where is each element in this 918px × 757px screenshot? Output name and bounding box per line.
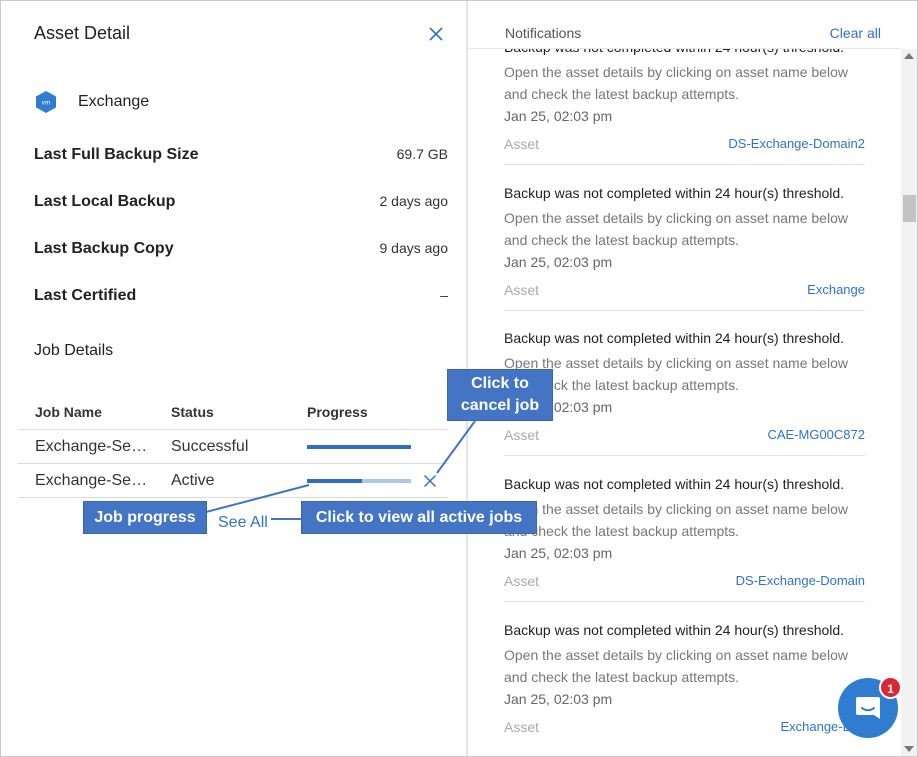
separator [504,310,865,311]
window: Asset Detail vm Exchange Last Full Backu… [0,0,918,757]
svg-text:vm: vm [42,100,51,107]
separator [504,164,865,165]
job-actions [411,474,448,488]
asset-detail-panel: Asset Detail vm Exchange Last Full Backu… [1,1,467,756]
field-label: Last Full Backup Size [34,146,199,163]
asset-link[interactable]: Exchange [807,282,865,298]
field-value: – [440,287,448,303]
chat-unread-badge: 1 [879,676,902,699]
list-item: Backup was not completed within 24 hour(… [504,622,865,735]
table-row: Exchange-Se… Successful [18,430,448,464]
progress-bar-fill [307,478,363,483]
field-value: 9 days ago [379,240,449,256]
progress-bar [307,478,411,483]
notifications-header: Notifications Clear all [468,1,901,49]
asset-label: Asset [504,282,540,298]
asset-name: Exchange [78,93,150,110]
separator [504,601,865,602]
field-last-backup-copy: Last Backup Copy 9 days ago [34,240,448,258]
job-table-header: Job Name Status Progress [18,394,448,430]
asset-link[interactable]: DS-Exchange-Domain [736,573,865,589]
asset-link[interactable]: CAE-MG00C872 [767,427,865,443]
notification-time: Jan 25, 02:03 pm [504,254,613,270]
notification-title: Backup was not completed within 24 hour(… [504,476,845,492]
close-icon[interactable] [428,26,444,42]
callout-view-active-jobs: Click to view all active jobs [302,502,536,533]
notification-title: Backup was not completed within 24 hour(… [504,330,845,346]
list-item: Backup was not completed within 24 hour(… [504,476,865,602]
field-last-full-backup-size: Last Full Backup Size 69.7 GB [34,146,448,164]
vm-icon: vm [36,91,56,113]
job-progress-cell [307,478,411,483]
job-name[interactable]: Exchange-Se… [18,438,171,456]
scroll-down-arrow-icon[interactable] [904,746,914,752]
col-status: Status [171,403,214,420]
col-job-name: Job Name [35,403,102,420]
job-name[interactable]: Exchange-Se… [18,472,171,490]
list-item: Backup was not completed within 24 hour(… [504,330,865,456]
list-item: Backup was not completed within 24 hour(… [504,39,865,165]
notifications-title: Notifications [505,25,582,41]
notification-title: Backup was not completed within 24 hour(… [504,185,845,201]
notification-footer: Asset Exchange-D… [504,719,865,735]
col-progress: Progress [307,403,368,420]
job-status: Active [171,471,215,489]
notification-footer: Asset Exchange [504,282,865,298]
notification-time: Jan 25, 02:03 pm [504,545,613,561]
notification-message: Open the asset details by clicking on as… [504,501,848,539]
notification-message: Open the asset details by clicking on as… [504,355,848,393]
field-last-certified: Last Certified – [34,287,448,305]
clear-all-button[interactable]: Clear all [830,25,881,41]
chat-icon [856,697,880,719]
asset-link[interactable]: DS-Exchange-Domain2 [728,136,865,152]
scrollbar[interactable] [901,49,917,756]
asset-label: Asset [504,719,540,735]
separator [504,455,865,456]
asset-label: Asset [504,573,540,589]
notification-title: Backup was not completed within 24 hour(… [504,622,845,638]
field-label: Last Local Backup [34,193,176,210]
asset-label: Asset [504,427,540,443]
field-value: 69.7 GB [396,146,448,162]
notification-message: Open the asset details by clicking on as… [504,647,848,685]
field-label: Last Certified [34,287,137,304]
notification-time: Jan 25, 02:03 pm [504,399,613,415]
field-last-local-backup: Last Local Backup 2 days ago [34,193,448,211]
notification-time: Jan 25, 02:03 pm [504,108,613,124]
notification-message: Open the asset details by clicking on as… [504,210,848,248]
field-value: 2 days ago [379,193,449,209]
field-label: Last Backup Copy [34,240,174,257]
see-all-link[interactable]: See All [218,514,268,532]
asset-label: Asset [504,136,540,152]
list-item: Backup was not completed within 24 hour(… [504,185,865,311]
asset-header: vm Exchange [34,90,149,114]
job-progress-cell [307,444,411,449]
job-table: Job Name Status Progress Exchange-Se… Su… [18,394,448,498]
scrollbar-thumb[interactable] [903,195,916,222]
notification-footer: Asset DS-Exchange-Domain2 [504,136,865,152]
job-status: Successful [171,437,249,455]
callout-cancel-job: Click to cancel job [448,370,552,420]
cancel-job-icon[interactable] [423,474,437,488]
panel-title: Asset Detail [34,23,131,43]
callout-job-progress: Job progress [84,502,206,533]
progress-bar-fill [307,444,411,449]
scroll-up-arrow-icon[interactable] [904,53,914,59]
notification-message: Open the asset details by clicking on as… [504,64,848,102]
notification-time: Jan 25, 02:03 pm [504,691,613,707]
job-details-heading: Job Details [34,342,114,359]
notification-footer: Asset CAE-MG00C872 [504,427,865,443]
table-row: Exchange-Se… Active [18,464,448,498]
notification-footer: Asset DS-Exchange-Domain [504,573,865,589]
progress-bar [307,444,411,449]
